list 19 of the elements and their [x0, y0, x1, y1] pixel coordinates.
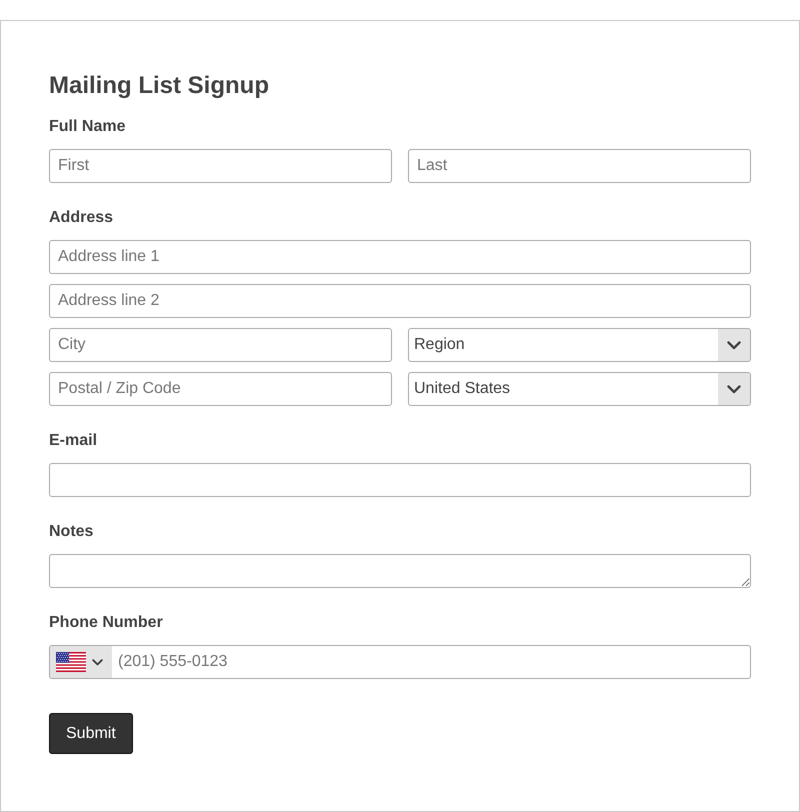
field-label: Notes: [49, 522, 94, 542]
text-input[interactable]: Address line 2: [49, 284, 751, 318]
text-input[interactable]: City: [49, 328, 392, 362]
text-input[interactable]: First: [49, 149, 392, 183]
notes-textarea[interactable]: [49, 554, 751, 588]
text-input[interactable]: Postal / Zip Code: [49, 372, 392, 406]
chevron-icon: [718, 329, 750, 361]
dropdown[interactable]: United States: [408, 372, 751, 406]
submit-button[interactable]: Submit: [49, 713, 133, 754]
text-input[interactable]: Address line 1: [49, 240, 751, 274]
field-label: Full Name: [49, 117, 126, 137]
chevron-icon: [718, 373, 750, 405]
field-label: Address: [49, 208, 114, 228]
form-title: Mailing List Signup: [49, 71, 270, 100]
dropdown[interactable]: Region: [408, 328, 751, 362]
field-label: Phone Number: [49, 613, 164, 633]
field-label: E-mail: [49, 431, 98, 451]
text-input[interactable]: [49, 463, 751, 497]
text-input[interactable]: Last: [408, 149, 751, 183]
